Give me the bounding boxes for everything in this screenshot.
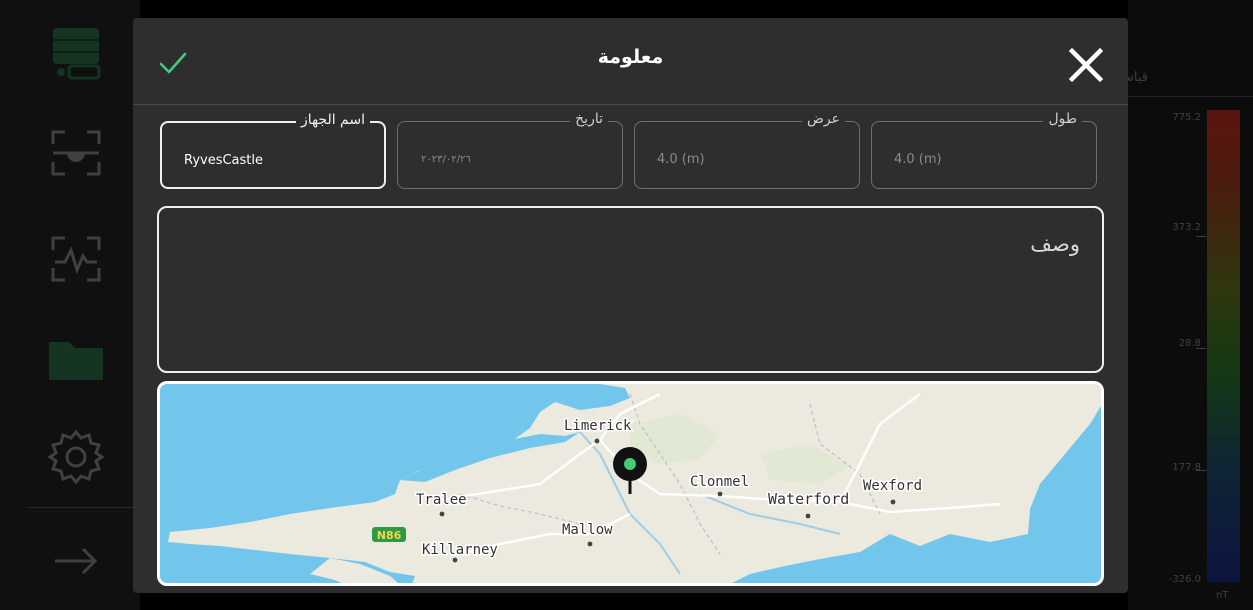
place-dot xyxy=(587,541,593,547)
date-field[interactable]: تاريخ ٢٠٢٣/٠٢/٢٦ xyxy=(397,111,623,189)
scale-label: -326.0 xyxy=(1168,574,1201,585)
device-name-value: RyvesCastle xyxy=(184,153,264,168)
place-label: Mallow xyxy=(562,522,613,538)
place-dot xyxy=(594,438,600,444)
scale-label: 373.2 xyxy=(1172,222,1201,233)
length-field[interactable]: طول 4.0 (m) xyxy=(871,111,1097,189)
gear-icon[interactable] xyxy=(45,426,107,488)
place-label: Wexford xyxy=(863,478,922,494)
waveform-icon[interactable] xyxy=(45,228,107,290)
road-shield-label: N86 xyxy=(377,529,402,542)
folder-icon[interactable] xyxy=(45,328,107,390)
sidebar-divider xyxy=(28,507,140,508)
close-button[interactable] xyxy=(1066,45,1106,85)
description-textarea[interactable]: وصف xyxy=(157,206,1104,373)
device-name-label: اسم الجهاز xyxy=(295,112,370,128)
length-label: طول xyxy=(1043,111,1082,127)
dialog-header: معلومة xyxy=(133,18,1128,105)
description-placeholder: وصف xyxy=(1030,232,1080,256)
scale-label: 775.2 xyxy=(1172,112,1201,123)
scale-tick xyxy=(1196,348,1206,349)
background-header xyxy=(1128,18,1253,97)
place-label: Killarney xyxy=(422,542,498,558)
place-dot xyxy=(890,499,896,505)
magnetic-scale-bar xyxy=(1207,110,1240,582)
place-label: Waterford xyxy=(768,490,849,508)
length-value: 4.0 (m) xyxy=(894,152,942,167)
place-dot xyxy=(717,491,723,497)
dialog-title: معلومة xyxy=(597,46,664,68)
device-name-field[interactable]: اسم الجهاز RyvesCastle xyxy=(160,112,386,189)
scale-tick xyxy=(1196,236,1206,237)
place-label: Limerick xyxy=(564,418,632,434)
scale-tick xyxy=(1196,470,1206,471)
storage-icon[interactable] xyxy=(45,22,107,84)
width-label: عرض xyxy=(801,111,845,127)
location-map[interactable]: N86 Limerick Clonmel Waterford Wexford T… xyxy=(157,381,1104,586)
width-field[interactable]: عرض 4.0 (m) xyxy=(634,111,860,189)
scale-label: 177.8 xyxy=(1172,462,1201,473)
place-label: Tralee xyxy=(416,492,467,508)
place-dot xyxy=(805,513,811,519)
place-dot xyxy=(452,557,458,563)
map-canvas: N86 Limerick Clonmel Waterford Wexford T… xyxy=(168,384,1101,583)
app-sidebar xyxy=(0,0,140,610)
arrow-right-icon[interactable] xyxy=(45,530,107,592)
place-label: Clonmel xyxy=(690,474,749,490)
date-label: تاريخ xyxy=(570,111,608,127)
date-value: ٢٠٢٣/٠٢/٢٦ xyxy=(421,154,471,165)
info-dialog: معلومة اسم الجهاز RyvesCastle تاريخ ٢٠٢٣… xyxy=(133,18,1128,593)
width-value: 4.0 (m) xyxy=(657,152,705,167)
scale-unit: nT xyxy=(1216,590,1229,601)
close-icon xyxy=(1068,47,1104,83)
radar-icon[interactable] xyxy=(45,122,107,184)
place-dot xyxy=(439,511,445,517)
